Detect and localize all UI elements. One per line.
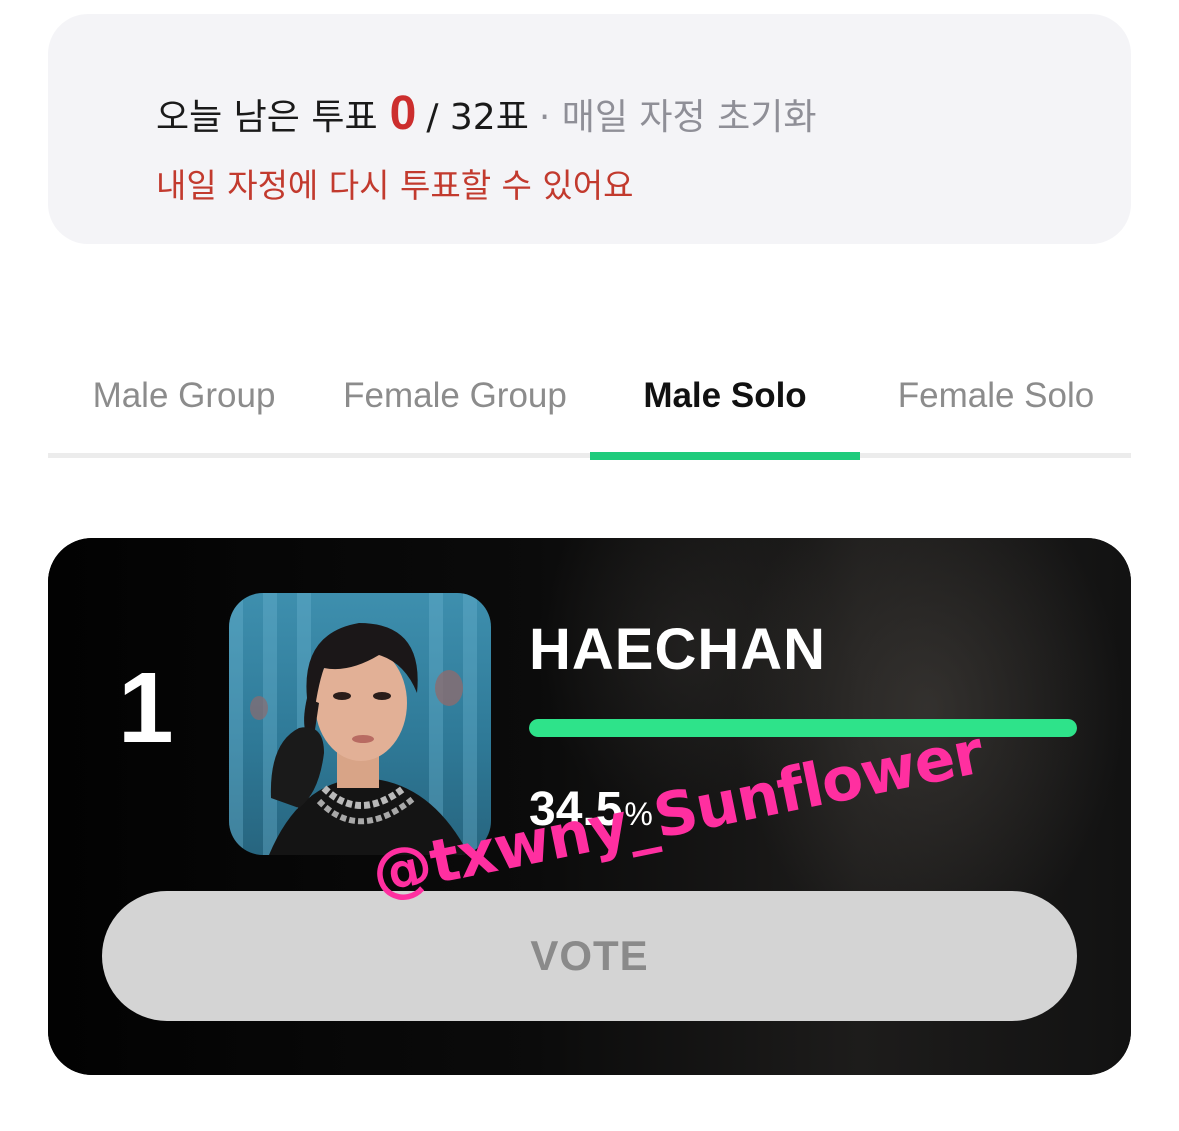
ranking-card: 1 HAECHAN 34.5% VOTE <box>48 538 1131 1075</box>
tab-female-group[interactable]: Female Group <box>330 365 580 427</box>
total-votes: / 32표 <box>426 97 529 138</box>
rank-number: 1 <box>118 652 174 764</box>
remaining-votes-label: 오늘 남은 투표 <box>156 97 378 138</box>
vote-info-box: 오늘 남은 투표 0 / 32표 · 매일 자정 초기화 내일 자정에 다시 투… <box>48 14 1131 244</box>
category-tabs: Male Group Female Group Male Solo Female… <box>48 365 1131 460</box>
remaining-votes-line: 오늘 남은 투표 0 / 32표 · 매일 자정 초기화 <box>156 86 816 146</box>
vote-page: 오늘 남은 투표 0 / 32표 · 매일 자정 초기화 내일 자정에 다시 투… <box>0 0 1179 1131</box>
reset-note: · 매일 자정 초기화 <box>538 97 817 138</box>
vote-progress-fill <box>529 719 1077 737</box>
vote-percentage-unit: % <box>624 796 653 832</box>
vote-progress-bar <box>529 719 1077 737</box>
vote-percentage: 34.5% <box>529 782 653 837</box>
tab-male-solo[interactable]: Male Solo <box>590 365 860 427</box>
artist-photo <box>229 593 491 855</box>
vote-button[interactable]: VOTE <box>102 891 1077 1021</box>
vote-again-message: 내일 자정에 다시 투표할 수 있어요 <box>156 166 634 205</box>
tab-male-group[interactable]: Male Group <box>78 365 290 427</box>
active-tab-indicator <box>590 452 860 460</box>
tab-female-solo[interactable]: Female Solo <box>886 365 1106 427</box>
artist-name: HAECHAN <box>529 617 826 682</box>
vote-percentage-value: 34.5 <box>529 783 623 836</box>
remaining-votes-count: 0 <box>389 87 417 140</box>
